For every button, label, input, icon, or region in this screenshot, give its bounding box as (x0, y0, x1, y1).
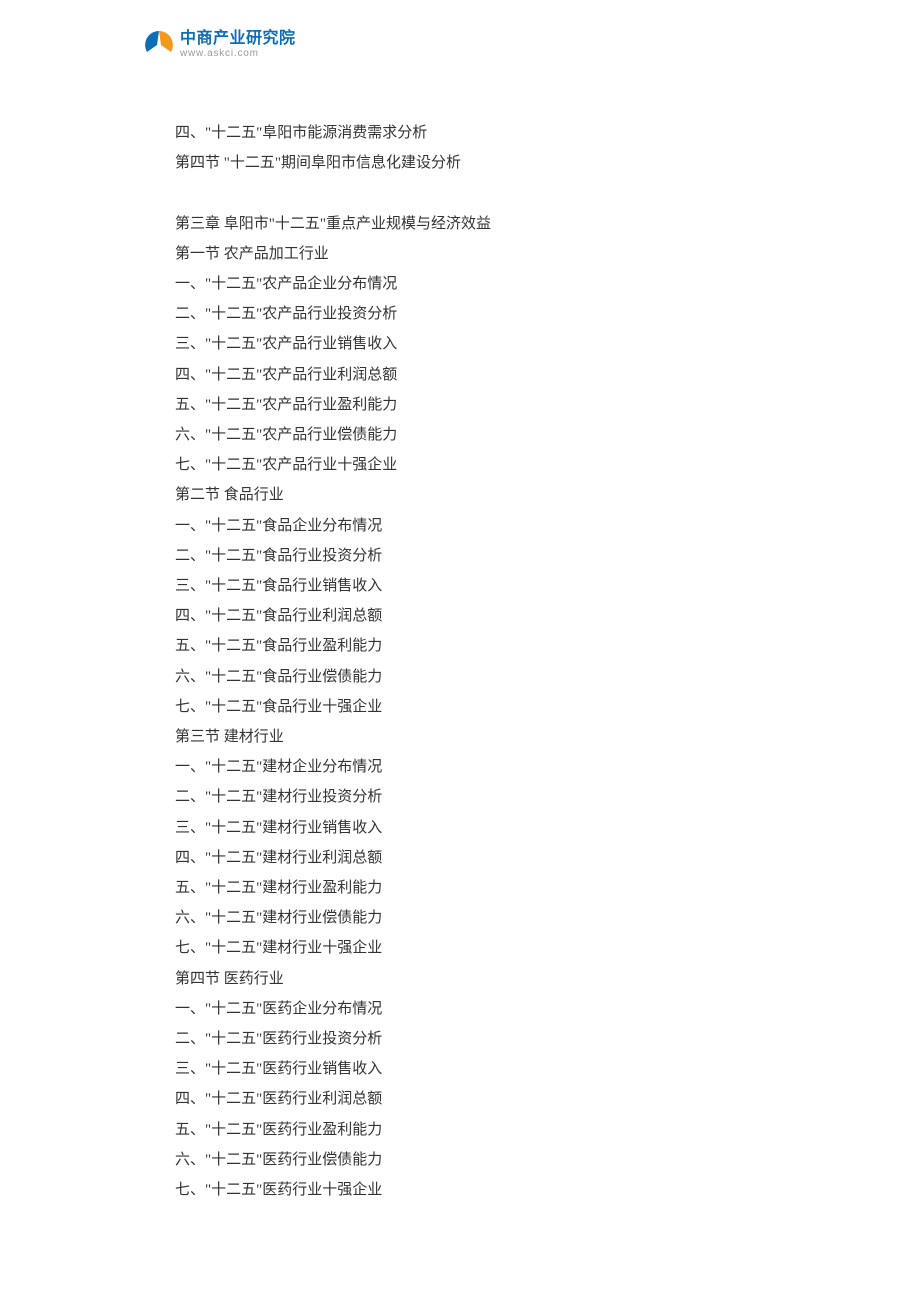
toc-line: 七、"十二五"农产品行业十强企业 (175, 450, 755, 480)
toc-line: 一、"十二五"农产品企业分布情况 (175, 269, 755, 299)
toc-line: 二、"十二五"医药行业投资分析 (175, 1024, 755, 1054)
toc-line: 三、"十二五"农产品行业销售收入 (175, 329, 755, 359)
toc-line: 四、"十二五"农产品行业利润总额 (175, 360, 755, 390)
toc-line: 六、"十二五"农产品行业偿债能力 (175, 420, 755, 450)
toc-line: 第二节 食品行业 (175, 480, 755, 510)
toc-line: 六、"十二五"建材行业偿债能力 (175, 903, 755, 933)
toc-line: 三、"十二五"建材行业销售收入 (175, 813, 755, 843)
toc-line: 五、"十二五"建材行业盈利能力 (175, 873, 755, 903)
toc-line: 三、"十二五"食品行业销售收入 (175, 571, 755, 601)
toc-line: 第四节 医药行业 (175, 964, 755, 994)
logo-en-text: www.askci.com (180, 49, 296, 59)
logo-cn-text: 中商产业研究院 (180, 31, 296, 47)
toc-line: 七、"十二五"医药行业十强企业 (175, 1175, 755, 1205)
toc-line: 六、"十二五"食品行业偿债能力 (175, 662, 755, 692)
toc-line: 二、"十二五"建材行业投资分析 (175, 782, 755, 812)
blank-line (175, 178, 755, 208)
toc-line: 第一节 农产品加工行业 (175, 239, 755, 269)
toc-line: 五、"十二五"食品行业盈利能力 (175, 631, 755, 661)
toc-line: 五、"十二五"农产品行业盈利能力 (175, 390, 755, 420)
toc-line: 一、"十二五"建材企业分布情况 (175, 752, 755, 782)
toc-line: 二、"十二五"食品行业投资分析 (175, 541, 755, 571)
logo-text: 中商产业研究院 www.askci.com (180, 31, 296, 59)
toc-line: 第三节 建材行业 (175, 722, 755, 752)
toc-line: 四、"十二五"医药行业利润总额 (175, 1084, 755, 1114)
toc-line: 七、"十二五"建材行业十强企业 (175, 933, 755, 963)
toc-line: 三、"十二五"医药行业销售收入 (175, 1054, 755, 1084)
toc-line: 二、"十二五"农产品行业投资分析 (175, 299, 755, 329)
toc-line: 五、"十二五"医药行业盈利能力 (175, 1115, 755, 1145)
toc-line: 六、"十二五"医药行业偿债能力 (175, 1145, 755, 1175)
toc-line: 第三章 阜阳市"十二五"重点产业规模与经济效益 (175, 209, 755, 239)
toc-line: 第四节 "十二五"期间阜阳市信息化建设分析 (175, 148, 755, 178)
brand-logo: 中商产业研究院 www.askci.com (142, 28, 296, 62)
logo-icon (142, 28, 176, 62)
toc-line: 一、"十二五"食品企业分布情况 (175, 511, 755, 541)
toc-line: 七、"十二五"食品行业十强企业 (175, 692, 755, 722)
document-body: 四、"十二五"阜阳市能源消费需求分析第四节 "十二五"期间阜阳市信息化建设分析第… (175, 118, 755, 1205)
toc-line: 四、"十二五"建材行业利润总额 (175, 843, 755, 873)
toc-line: 四、"十二五"阜阳市能源消费需求分析 (175, 118, 755, 148)
toc-line: 四、"十二五"食品行业利润总额 (175, 601, 755, 631)
toc-line: 一、"十二五"医药企业分布情况 (175, 994, 755, 1024)
